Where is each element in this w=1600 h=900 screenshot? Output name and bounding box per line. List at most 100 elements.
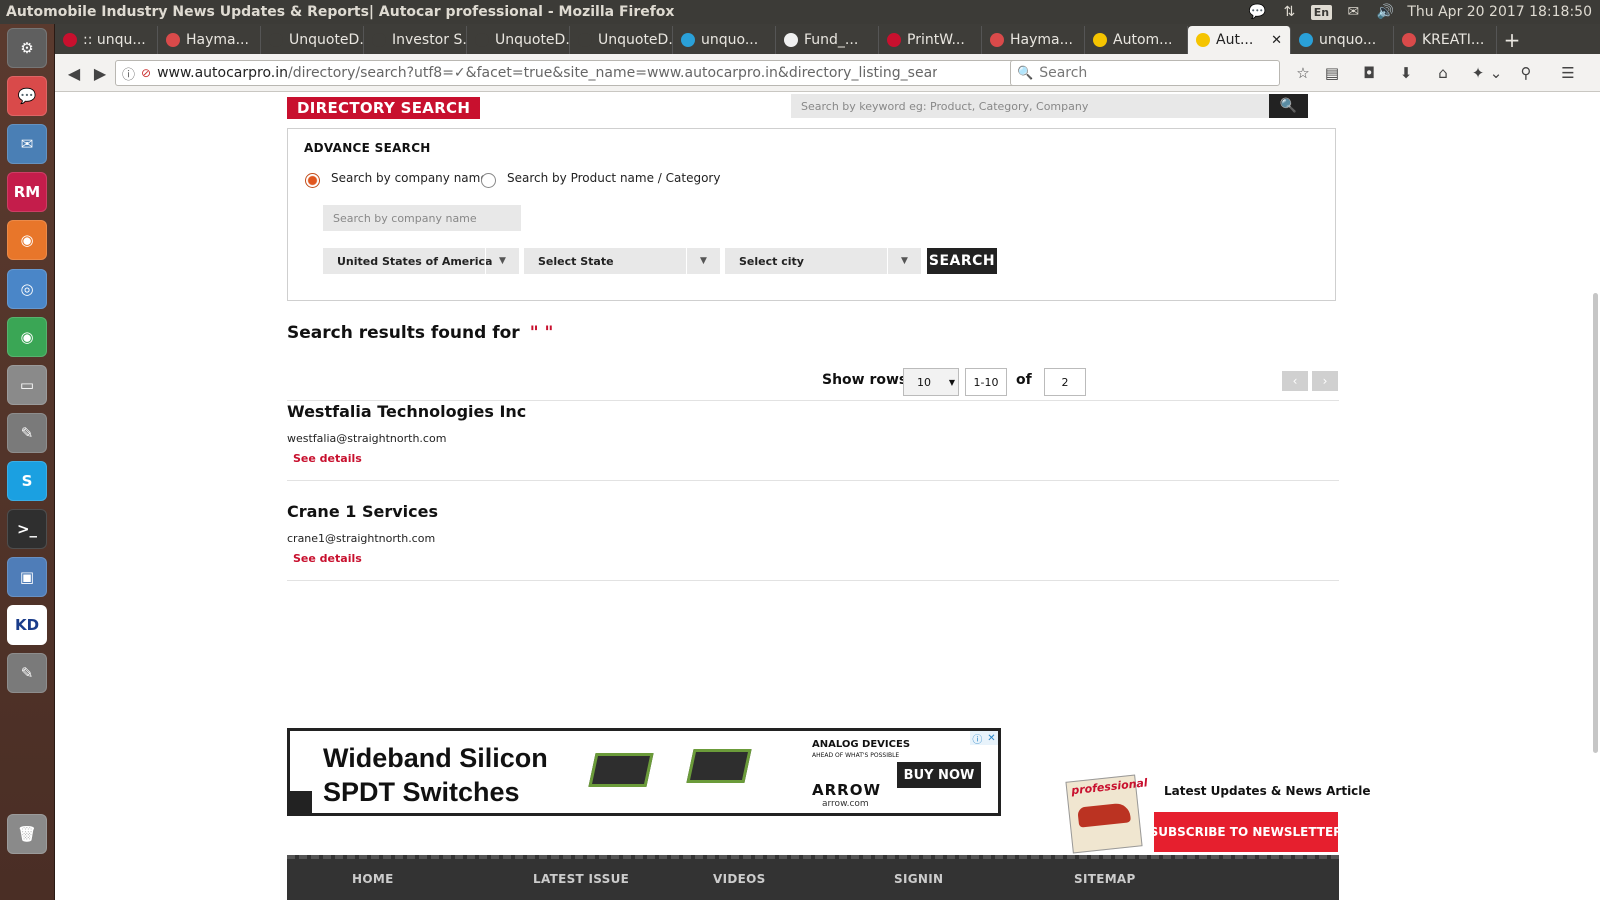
files-icon[interactable]: ▭ <box>7 365 47 405</box>
next-page-button[interactable]: › <box>1312 371 1338 391</box>
result-company-name[interactable]: Crane 1 Services <box>287 502 438 521</box>
radio-product-category[interactable] <box>481 173 496 188</box>
tab[interactable]: PrintW... <box>879 26 982 54</box>
bookmark-star-icon[interactable]: ☆ <box>1292 62 1314 84</box>
language-icon[interactable]: En <box>1310 3 1333 21</box>
clock[interactable]: Thu Apr 20 2017 18:18:50 <box>1407 4 1592 20</box>
keyword-search-input[interactable]: Search by keyword eg: Product, Category,… <box>791 94 1269 118</box>
forward-icon[interactable]: ▶ <box>89 62 111 84</box>
see-details-link[interactable]: See details <box>293 552 362 565</box>
prev-page-button[interactable]: ‹ <box>1282 371 1308 391</box>
page-range: 1-10 <box>965 368 1007 396</box>
footer-link-signin[interactable]: SIGNIN <box>894 872 943 886</box>
search-button[interactable]: SEARCH <box>927 248 997 274</box>
scrollbar[interactable] <box>1590 93 1600 900</box>
chat-icon[interactable]: 💬 <box>1247 3 1267 21</box>
tab[interactable]: UnquoteD... <box>261 26 364 54</box>
network-icon[interactable]: ⇅ <box>1279 3 1299 21</box>
footer-link-sitemap[interactable]: SITEMAP <box>1074 872 1136 886</box>
tab-label: UnquoteD... <box>495 32 570 48</box>
home-icon[interactable]: ⌂ <box>1432 62 1454 84</box>
footer-link-latest-issue[interactable]: LATEST ISSUE <box>533 872 629 886</box>
rubymine-icon[interactable]: RM <box>7 172 47 212</box>
back-icon[interactable]: ◀ <box>63 62 85 84</box>
tab-active[interactable]: Aut... ✕ <box>1188 26 1291 54</box>
ubuntu-home-icon[interactable]: ⚙ <box>7 28 47 68</box>
country-select[interactable]: United States of America ▼ <box>323 248 519 274</box>
chromium-icon[interactable]: ◎ <box>7 269 47 309</box>
terminal-icon[interactable]: >_ <box>7 509 47 549</box>
browser-search-bar[interactable]: 🔍 Search <box>1010 60 1280 86</box>
window-title: Automobile Industry News Updates & Repor… <box>6 4 675 20</box>
close-icon[interactable]: ✕ <box>1271 33 1282 48</box>
rows-per-page-select[interactable]: 10 ▼ <box>903 368 959 396</box>
url-text[interactable]: www.autocarpro.in/directory/search?utf8=… <box>157 65 937 81</box>
state-value: Select State <box>538 254 614 268</box>
url-bar[interactable]: ⓘ ⊘ www.autocarpro.in/directory/search?u… <box>115 60 1035 86</box>
radio-product-label[interactable]: Search by Product name / Category <box>507 171 720 185</box>
chevron-down-icon[interactable]: ⌄ <box>1485 62 1507 84</box>
reading-list-icon[interactable]: ▤ <box>1321 62 1343 84</box>
terminal-glyph: >_ <box>16 520 38 538</box>
skype-icon[interactable]: S <box>7 461 47 501</box>
kdiff3-icon[interactable]: KD <box>7 605 47 645</box>
tab[interactable]: unquo... <box>1291 26 1394 54</box>
result-company-name[interactable]: Westfalia Technologies Inc <box>287 402 526 421</box>
download-icon[interactable]: ⬇ <box>1395 62 1417 84</box>
subscribe-newsletter-button[interactable]: SUBSCRIBE TO NEWSLETTER <box>1150 812 1342 852</box>
favicon-icon <box>1299 33 1313 47</box>
gedit-icon[interactable]: ✎ <box>7 653 47 693</box>
info-icon[interactable]: ⓘ <box>122 64 135 83</box>
company-name-input[interactable]: Search by company name <box>323 205 521 231</box>
footer-link-videos[interactable]: VIDEOS <box>713 872 766 886</box>
new-tab-icon[interactable]: + <box>1497 26 1527 54</box>
launcher: ⚙ 💬 ✉ RM ◉ ◎ ◉ ▭ ✎ S >_ ▣ KD ✎ 🗑 <box>0 24 55 900</box>
ubuntu-home-glyph: ⚙ <box>20 39 34 57</box>
search-icon: 🔍 <box>1279 98 1298 114</box>
city-select[interactable]: Select city ▼ <box>725 248 921 274</box>
latest-updates-label: Latest Updates & News Article <box>1164 784 1371 798</box>
radio-company-name[interactable] <box>305 173 320 188</box>
info-icon[interactable]: ⓘ <box>972 731 982 746</box>
tab[interactable]: UnquoteD... <box>570 26 673 54</box>
footer-link-home[interactable]: HOME <box>352 872 394 886</box>
skype-glyph: S <box>21 472 33 490</box>
tab[interactable]: KREATI... <box>1394 26 1497 54</box>
text-editor-icon[interactable]: ✎ <box>7 413 47 453</box>
files-glyph: ▭ <box>19 376 35 394</box>
close-icon[interactable]: ✕ <box>987 733 995 744</box>
buy-now-button[interactable]: BUY NOW <box>897 762 981 788</box>
menu-icon[interactable]: ☰ <box>1557 62 1579 84</box>
ad-banner[interactable]: Wideband Silicon SPDT Switches ANALOG DEV… <box>287 728 1001 816</box>
directory-title: DIRECTORY SEARCH <box>287 97 481 119</box>
tab[interactable]: Autom... <box>1085 26 1188 54</box>
tab[interactable]: Hayma... <box>158 26 261 54</box>
pin-icon[interactable]: ⚲ <box>1515 62 1537 84</box>
firefox-icon[interactable]: ◉ <box>7 220 47 260</box>
radio-company-label[interactable]: Search by company name <box>331 171 488 185</box>
trash-icon[interactable]: 🗑 <box>7 814 47 854</box>
volume-icon[interactable]: 🔊 <box>1375 3 1395 21</box>
magazine-cover[interactable]: professional <box>1065 774 1148 854</box>
tab[interactable]: UnquoteD... <box>467 26 570 54</box>
chip-image <box>686 749 752 783</box>
tab[interactable]: Fund_... <box>776 26 879 54</box>
see-details-link[interactable]: See details <box>293 452 362 465</box>
ad-choices[interactable]: ⓘ ✕ <box>970 731 998 746</box>
virtualbox-icon[interactable]: ▣ <box>7 557 47 597</box>
firefox-glyph: ◉ <box>20 231 34 249</box>
tab[interactable]: unquo... <box>673 26 776 54</box>
tab-label: UnquoteD... <box>289 32 364 48</box>
chrome-icon[interactable]: ◉ <box>7 317 47 357</box>
pocket-icon[interactable]: ◘ <box>1358 62 1380 84</box>
mail-icon[interactable]: ✉ <box>1343 3 1363 21</box>
tab[interactable]: :: unqu... <box>55 26 158 54</box>
thunderbird-icon[interactable]: ✉ <box>7 124 47 164</box>
language-indicator[interactable]: En <box>1310 4 1333 20</box>
keyword-search-button[interactable]: 🔍 <box>1269 94 1308 118</box>
tab[interactable]: Investor S... <box>364 26 467 54</box>
scrollbar-thumb[interactable] <box>1593 293 1598 753</box>
state-select[interactable]: Select State ▼ <box>524 248 720 274</box>
pidgin-icon[interactable]: 💬 <box>7 76 47 116</box>
tab[interactable]: Hayma... <box>982 26 1085 54</box>
